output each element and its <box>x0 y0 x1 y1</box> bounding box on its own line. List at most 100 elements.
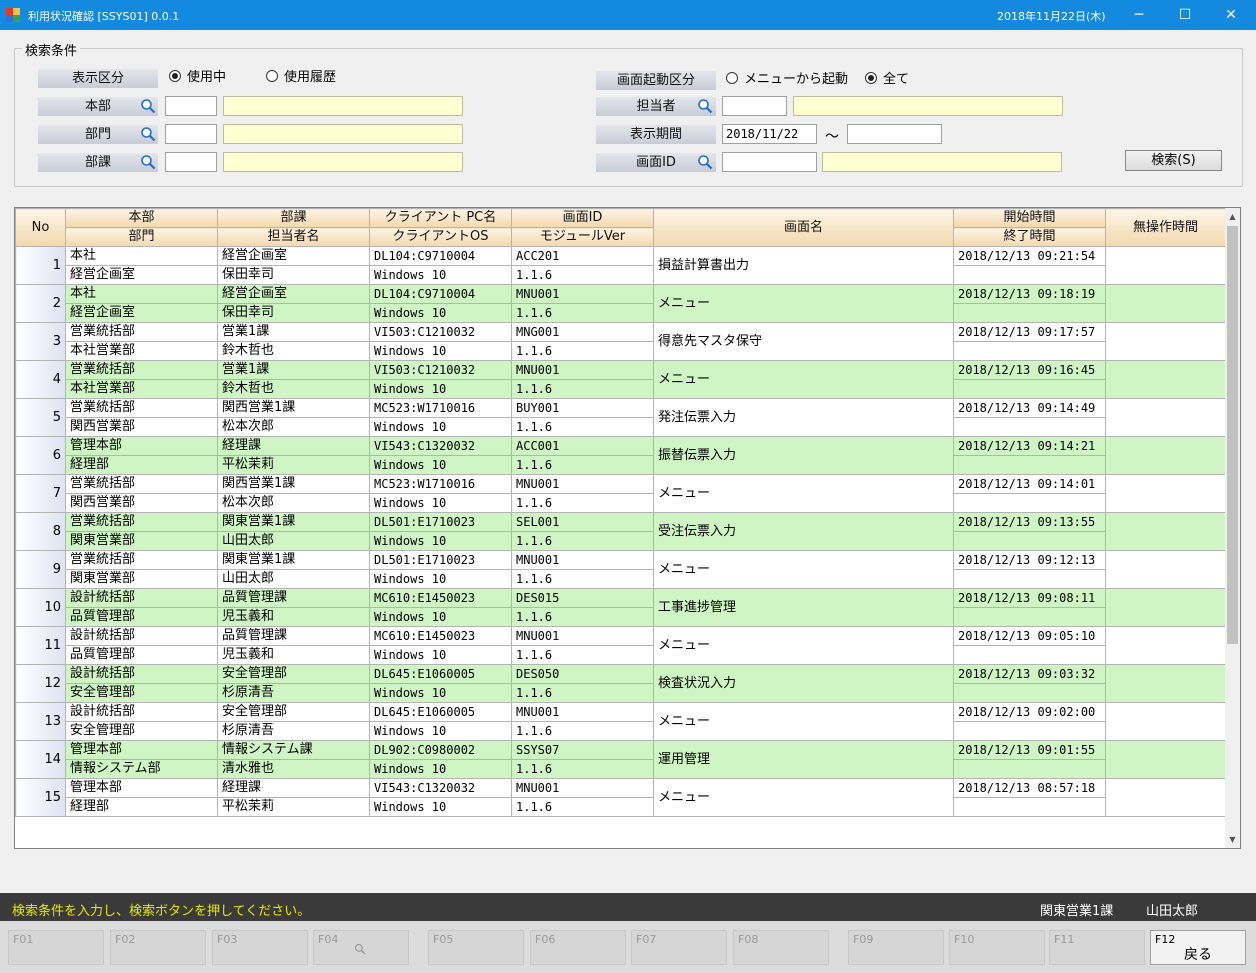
cell-screen-id[interactable]: DES050 <box>511 664 654 684</box>
cell-client-pc[interactable]: DL645:E1060005 <box>369 664 512 684</box>
cell-tantou[interactable]: 平松茉莉 <box>217 797 370 817</box>
cell-tantou[interactable]: 杉原清吾 <box>217 683 370 703</box>
table-row[interactable]: 5 営業統括部 関西営業1課 MC523:W1710016 BUY001 発注伝票入力 20… <box>15 398 1226 437</box>
cell-end-time[interactable] <box>953 645 1106 665</box>
header-tantou[interactable]: 担当者名 <box>217 227 370 247</box>
cell-start-time[interactable]: 2018/12/13 09:02:00 <box>953 702 1106 722</box>
cell-tantou[interactable]: 山田太郎 <box>217 569 370 589</box>
table-row-sub[interactable]: 品質管理部 児玉義和 Windows 10 1.1.6 <box>16 607 1226 627</box>
bumon-code-input[interactable] <box>165 124 217 144</box>
cell-client-pc[interactable]: DL104:C9710004 <box>369 246 512 266</box>
cell-client-os[interactable]: Windows 10 <box>369 455 512 475</box>
table-row-sub[interactable]: 経営企画室 保田幸司 Windows 10 1.1.6 <box>16 265 1226 285</box>
cell-client-os[interactable]: Windows 10 <box>369 379 512 399</box>
cell-idle-time[interactable] <box>1105 360 1226 399</box>
scroll-thumb[interactable] <box>1227 226 1238 644</box>
honbu-lookup-magnifier-icon[interactable] <box>140 98 156 114</box>
table-row-sub[interactable]: 品質管理部 児玉義和 Windows 10 1.1.6 <box>16 645 1226 665</box>
row-number[interactable]: 8 <box>15 512 66 551</box>
cell-bumon[interactable]: 関西営業部 <box>65 493 218 513</box>
radio-all[interactable]: 全て <box>865 71 909 89</box>
cell-client-os[interactable]: Windows 10 <box>369 569 512 589</box>
cell-screen-id[interactable]: MNU001 <box>511 778 654 798</box>
cell-tantou[interactable]: 児玉義和 <box>217 645 370 665</box>
cell-end-time[interactable] <box>953 683 1106 703</box>
cell-module-ver[interactable]: 1.1.6 <box>511 607 654 627</box>
cell-screen-id[interactable]: DES015 <box>511 588 654 608</box>
table-row[interactable]: 12 設計統括部 安全管理部 DL645:E1060005 DES050 検査状況入力 20… <box>15 664 1226 703</box>
cell-client-os[interactable]: Windows 10 <box>369 683 512 703</box>
screen-id-input[interactable] <box>722 152 817 172</box>
cell-screen-id[interactable]: MNU001 <box>511 284 654 304</box>
cell-buka[interactable]: 関東営業1課 <box>217 512 370 532</box>
cell-idle-time[interactable] <box>1105 778 1226 817</box>
fkey-f01[interactable]: F01 <box>8 930 104 965</box>
cell-honbu[interactable]: 管理本部 <box>65 778 218 798</box>
header-pc[interactable]: クライアント PC名 <box>369 208 512 228</box>
cell-end-time[interactable] <box>953 417 1106 437</box>
table-row[interactable]: 15 管理本部 経理課 VI543:C1320032 MNU001 メニュー 2018/12… <box>15 778 1226 817</box>
cell-tantou[interactable]: 鈴木哲也 <box>217 379 370 399</box>
cell-bumon[interactable]: 情報システム部 <box>65 759 218 779</box>
maximize-button[interactable]: ☐ <box>1162 0 1208 30</box>
cell-honbu[interactable]: 管理本部 <box>65 436 218 456</box>
cell-client-pc[interactable]: DL104:C9710004 <box>369 284 512 304</box>
cell-screen-id[interactable]: MNU001 <box>511 474 654 494</box>
row-number[interactable]: 2 <box>15 284 66 323</box>
cell-end-time[interactable] <box>953 759 1106 779</box>
cell-bumon[interactable]: 本社営業部 <box>65 379 218 399</box>
cell-honbu[interactable]: 営業統括部 <box>65 360 218 380</box>
cell-module-ver[interactable]: 1.1.6 <box>511 645 654 665</box>
cell-module-ver[interactable]: 1.1.6 <box>511 797 654 817</box>
cell-end-time[interactable] <box>953 341 1106 361</box>
radio-from-menu[interactable]: メニューから起動 <box>726 71 848 89</box>
cell-screen-id[interactable]: MNG001 <box>511 322 654 342</box>
cell-idle-time[interactable] <box>1105 512 1226 551</box>
table-row[interactable]: 11 設計統括部 品質管理課 MC610:E1450023 MNU001 メニュー 2018… <box>15 626 1226 665</box>
cell-start-time[interactable]: 2018/12/13 09:16:45 <box>953 360 1106 380</box>
header-module-ver[interactable]: モジュールVer <box>511 227 654 247</box>
cell-screen-name[interactable]: 振替伝票入力 <box>653 436 954 475</box>
table-row-sub[interactable]: 関東営業部 山田太郎 Windows 10 1.1.6 <box>16 569 1226 589</box>
cell-screen-id[interactable]: MNU001 <box>511 702 654 722</box>
cell-client-os[interactable]: Windows 10 <box>369 721 512 741</box>
cell-client-pc[interactable]: VI543:C1320032 <box>369 778 512 798</box>
cell-idle-time[interactable] <box>1105 436 1226 475</box>
table-row[interactable]: 7 営業統括部 関西営業1課 MC523:W1710016 MNU001 メニュー 2018… <box>15 474 1226 513</box>
honbu-code-input[interactable] <box>165 96 217 116</box>
cell-client-os[interactable]: Windows 10 <box>369 797 512 817</box>
cell-tantou[interactable]: 平松茉莉 <box>217 455 370 475</box>
table-row[interactable]: 3 営業統括部 営業1課 VI503:C1210032 MNG001 得意先マスタ保守 20… <box>15 322 1226 361</box>
cell-bumon[interactable]: 安全管理部 <box>65 683 218 703</box>
cell-screen-name[interactable]: メニュー <box>653 778 954 817</box>
period-from-input[interactable]: 2018/11/22 <box>722 124 817 144</box>
fkey-f07[interactable]: F07 <box>631 930 727 965</box>
cell-start-time[interactable]: 2018/12/13 09:12:13 <box>953 550 1106 570</box>
cell-screen-name[interactable]: メニュー <box>653 284 954 323</box>
minimize-button[interactable]: ─ <box>1116 0 1162 30</box>
cell-client-pc[interactable]: DL501:E1710023 <box>369 512 512 532</box>
cell-bumon[interactable]: 経営企画室 <box>65 265 218 285</box>
fkey-f03[interactable]: F03 <box>212 930 308 965</box>
cell-screen-name[interactable]: メニュー <box>653 702 954 741</box>
cell-idle-time[interactable] <box>1105 550 1226 589</box>
cell-start-time[interactable]: 2018/12/13 09:05:10 <box>953 626 1106 646</box>
cell-module-ver[interactable]: 1.1.6 <box>511 493 654 513</box>
row-number[interactable]: 15 <box>15 778 66 817</box>
cell-honbu[interactable]: 本社 <box>65 284 218 304</box>
grid-vertical-scrollbar[interactable]: ▲ ▼ <box>1225 208 1240 848</box>
table-row-sub[interactable]: 情報システム部 清水雅也 Windows 10 1.1.6 <box>16 759 1226 779</box>
cell-end-time[interactable] <box>953 493 1106 513</box>
cell-buka[interactable]: 品質管理課 <box>217 588 370 608</box>
cell-screen-name[interactable]: メニュー <box>653 550 954 589</box>
cell-buka[interactable]: 安全管理部 <box>217 664 370 684</box>
header-honbu[interactable]: 本部 <box>65 208 218 228</box>
cell-screen-name[interactable]: 得意先マスタ保守 <box>653 322 954 361</box>
row-number[interactable]: 14 <box>15 740 66 779</box>
cell-screen-name[interactable]: 運用管理 <box>653 740 954 779</box>
cell-start-time[interactable]: 2018/12/13 09:18:19 <box>953 284 1106 304</box>
cell-module-ver[interactable]: 1.1.6 <box>511 531 654 551</box>
cell-bumon[interactable]: 品質管理部 <box>65 645 218 665</box>
cell-honbu[interactable]: 設計統括部 <box>65 626 218 646</box>
cell-screen-name[interactable]: メニュー <box>653 626 954 665</box>
